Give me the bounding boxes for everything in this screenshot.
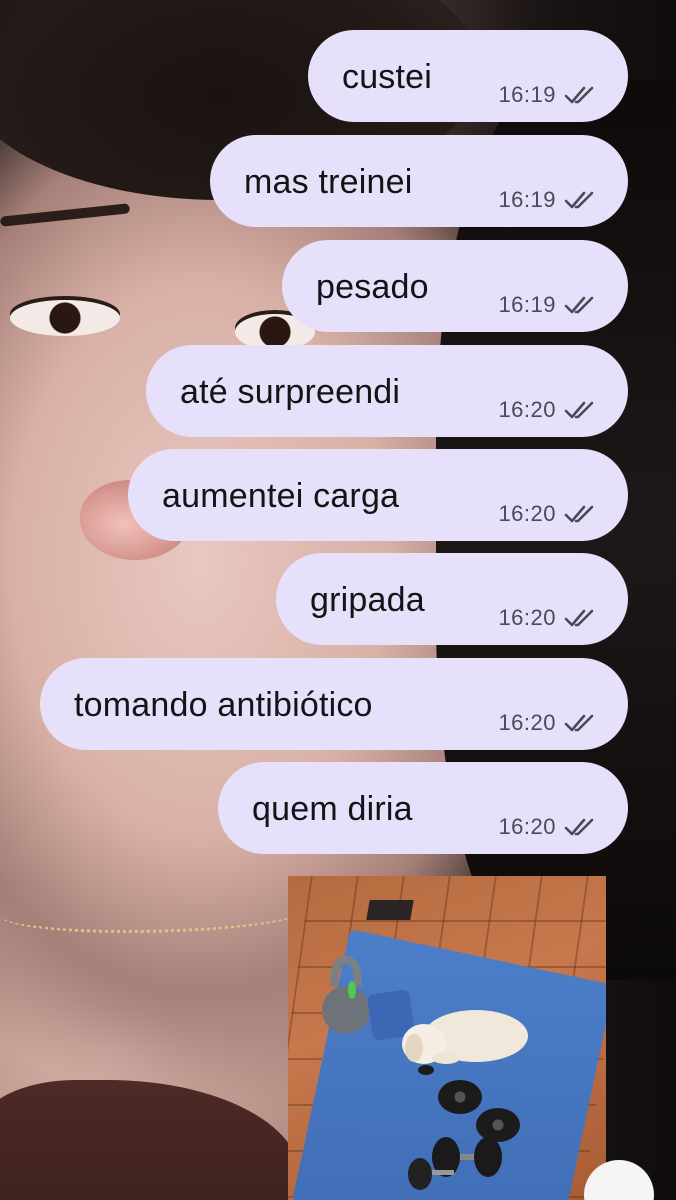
message-meta: 16:19	[498, 292, 598, 318]
message-text: aumentei carga	[162, 477, 400, 515]
message-text: custei	[342, 58, 433, 96]
message-bubble[interactable]: mas treinei 16:19	[210, 135, 628, 227]
double-check-icon	[564, 401, 594, 419]
message-meta: 16:20	[498, 814, 598, 840]
kettlebell-icon	[322, 956, 370, 1034]
message-text: tomando antibiótico	[74, 686, 373, 724]
double-check-icon	[564, 714, 594, 732]
weight-plate	[438, 1080, 482, 1114]
message-meta: 16:20	[498, 710, 598, 736]
dumbbell-icon	[408, 1137, 502, 1190]
message-time: 16:20	[498, 397, 556, 422]
message-text: mas treinei	[244, 163, 413, 201]
message-bubble[interactable]: pesado 16:19	[282, 240, 628, 332]
message-meta: 16:20	[498, 397, 598, 423]
double-check-icon	[564, 86, 594, 104]
message-time: 16:20	[498, 605, 556, 630]
message-text: gripada	[310, 581, 425, 619]
message-time: 16:19	[498, 292, 556, 317]
chat-thread: custei 16:19 mas treinei 16:19 pesado 16…	[0, 0, 676, 1200]
puppy-icon	[402, 1010, 528, 1075]
double-check-icon	[564, 609, 594, 627]
message-text: até surpreendi	[180, 373, 401, 411]
message-meta: 16:20	[498, 501, 598, 527]
double-check-icon	[564, 818, 594, 836]
message-time: 16:20	[498, 814, 556, 839]
message-bubble[interactable]: até surpreendi 16:20	[146, 345, 628, 437]
floor-drain	[366, 900, 414, 920]
message-text: pesado	[316, 268, 429, 306]
message-meta: 16:19	[498, 82, 598, 108]
message-bubble[interactable]: aumentei carga 16:20	[128, 449, 628, 541]
message-time: 16:20	[498, 501, 556, 526]
message-bubble[interactable]: quem diria 16:20	[218, 762, 628, 854]
message-bubble[interactable]: custei 16:19	[308, 30, 628, 122]
message-text: quem diria	[252, 790, 413, 828]
message-meta: 16:20	[498, 605, 598, 631]
message-time: 16:19	[498, 187, 556, 212]
message-bubble[interactable]: tomando antibiótico 16:20	[40, 658, 628, 750]
message-time: 16:19	[498, 82, 556, 107]
message-bubble[interactable]: gripada 16:20	[276, 553, 628, 645]
double-check-icon	[564, 505, 594, 523]
message-time: 16:20	[498, 710, 556, 735]
double-check-icon	[564, 296, 594, 314]
double-check-icon	[564, 191, 594, 209]
photo-message[interactable]	[288, 876, 606, 1200]
message-meta: 16:19	[498, 187, 598, 213]
